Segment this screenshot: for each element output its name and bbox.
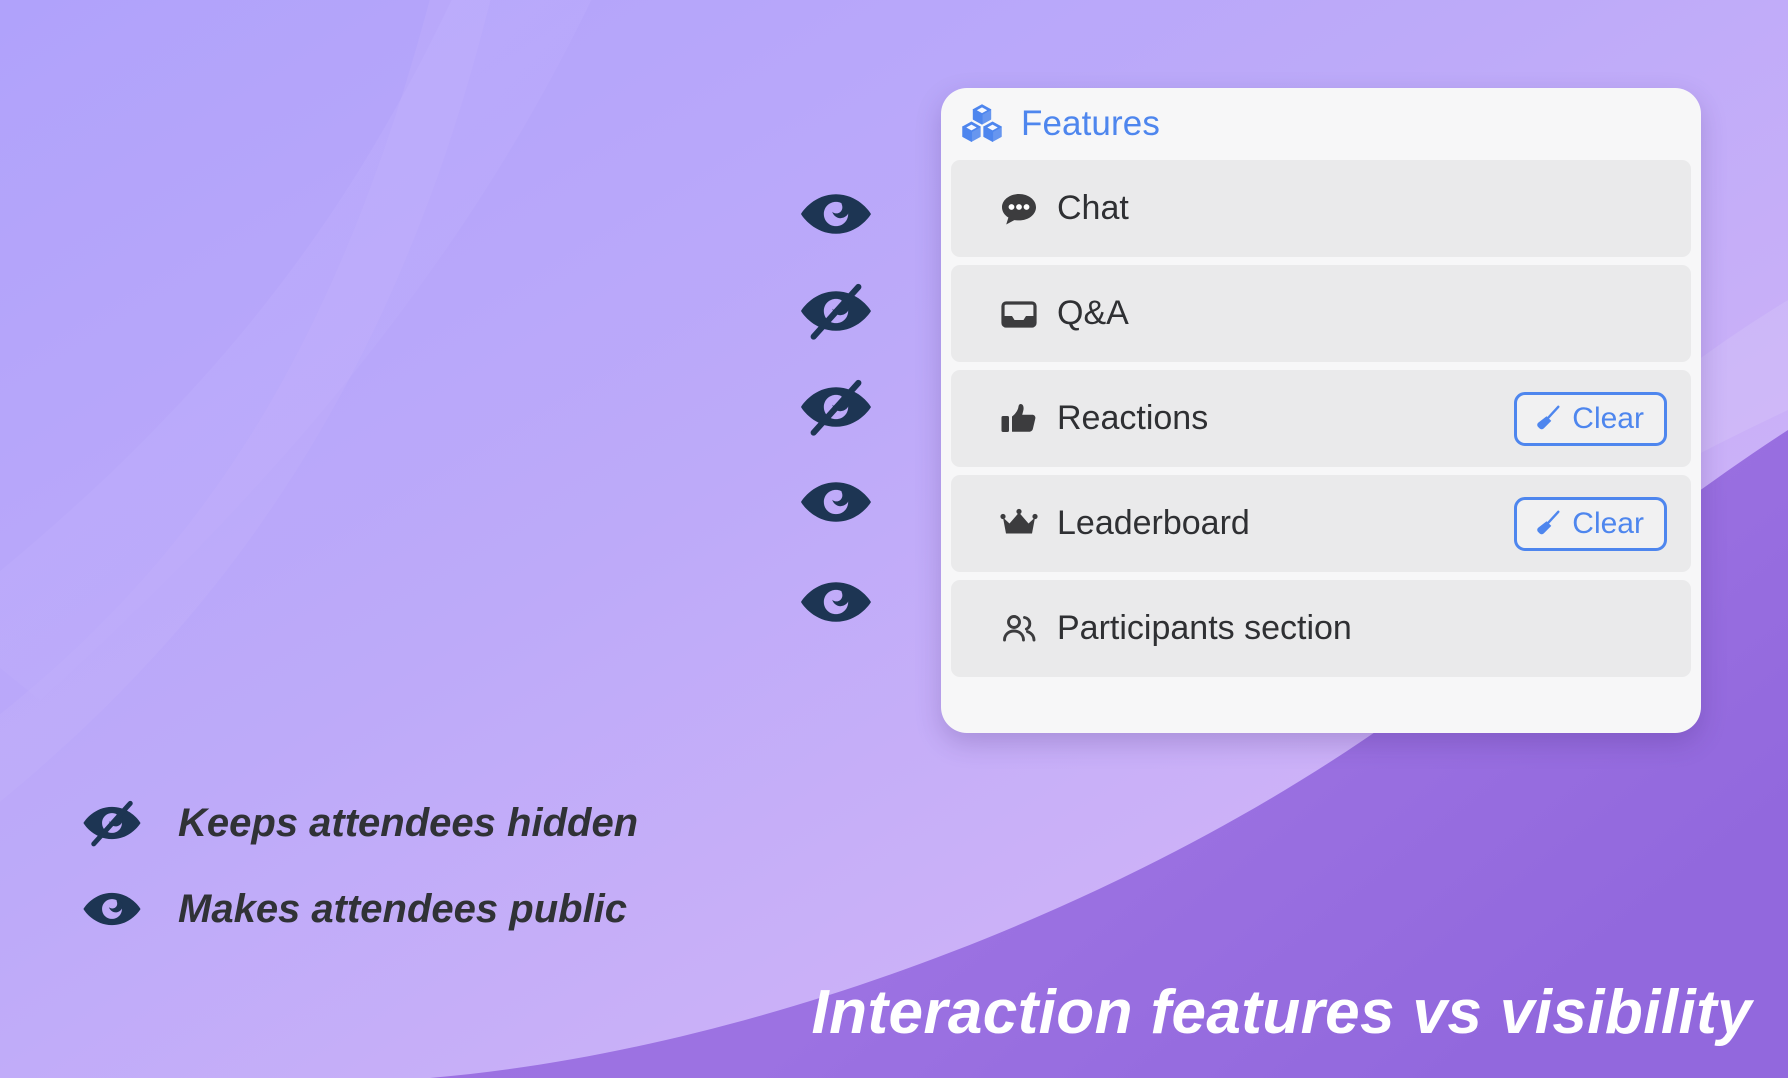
visibility-indicator-participants (801, 582, 871, 622)
broom-icon (1533, 509, 1563, 539)
feature-label: Reactions (1057, 399, 1209, 437)
legend-item-public: Makes attendees public (72, 866, 638, 952)
feature-label: Chat (1057, 189, 1129, 227)
feature-row-leaderboard[interactable]: Leaderboard Clear (951, 475, 1691, 572)
features-title: Features (1021, 104, 1160, 143)
visibility-indicator-qa (801, 283, 871, 340)
legend-label: Makes attendees public (178, 886, 628, 931)
features-panel: Features Chat Q&A Reactions Clear Leader… (941, 88, 1701, 733)
feature-row-reactions[interactable]: Reactions Clear (951, 370, 1691, 467)
broom-icon (1533, 404, 1563, 434)
features-header: Features (947, 88, 1695, 160)
legend-item-hidden: Keeps attendees hidden (72, 780, 638, 866)
people-icon (999, 609, 1043, 649)
legend-label: Keeps attendees hidden (178, 800, 639, 845)
clear-leaderboard-button[interactable]: Clear (1514, 496, 1667, 551)
caption-text: Interaction features vs visibility (811, 978, 1752, 1047)
feature-row-qa[interactable]: Q&A (951, 265, 1691, 362)
visibility-indicator-reactions (801, 379, 871, 436)
legend: Keeps attendees hidden Makes attendees p… (72, 780, 638, 952)
eye-icon (72, 878, 152, 940)
crown-icon (999, 504, 1043, 544)
clear-button-label: Clear (1572, 506, 1644, 540)
feature-label: Leaderboard (1057, 504, 1250, 542)
visibility-indicator-chat (801, 194, 871, 234)
cubes-icon (959, 101, 1005, 147)
feature-row-chat[interactable]: Chat (951, 160, 1691, 257)
visibility-indicator-leaderboard (801, 482, 871, 522)
clear-button-label: Clear (1572, 401, 1644, 435)
eye-off-icon (72, 792, 152, 854)
clear-reactions-button[interactable]: Clear (1514, 391, 1667, 446)
feature-row-participants[interactable]: Participants section (951, 580, 1691, 677)
chat-bubble-icon (999, 189, 1043, 229)
feature-label: Participants section (1057, 609, 1352, 647)
thumbs-up-icon (999, 399, 1043, 439)
inbox-tray-icon (999, 294, 1043, 334)
feature-label: Q&A (1057, 294, 1129, 332)
